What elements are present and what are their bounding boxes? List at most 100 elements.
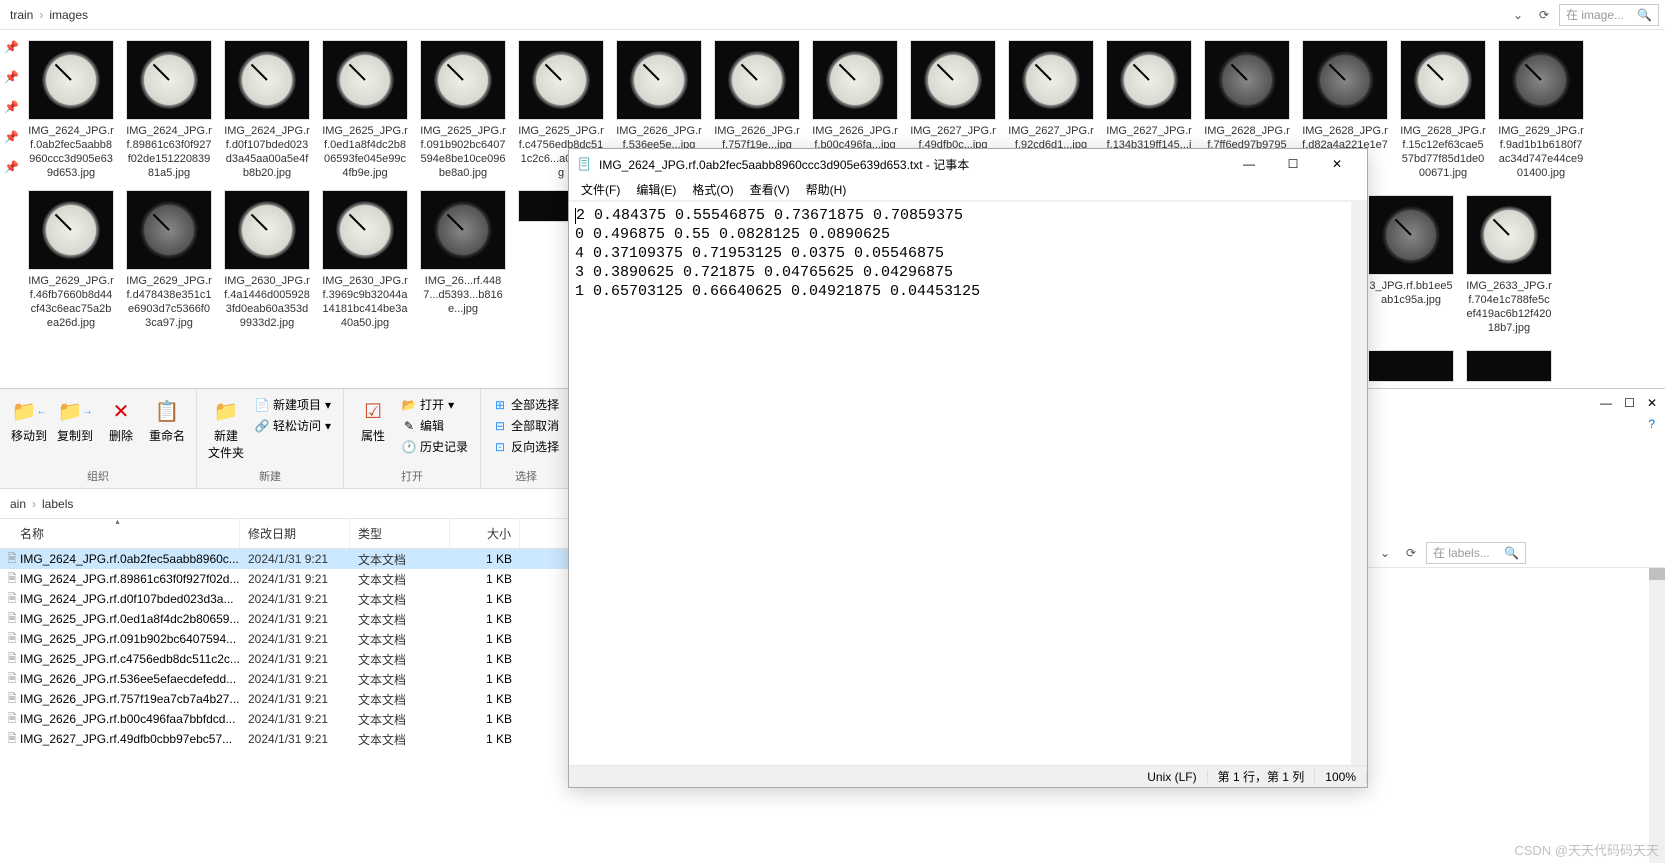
- thumbnail-image: [224, 190, 310, 270]
- pin-icon[interactable]: 📌: [4, 160, 20, 174]
- scrollbar[interactable]: [1649, 568, 1665, 863]
- ribbon-group-label: 组织: [8, 466, 188, 484]
- menu-edit[interactable]: 编辑(E): [628, 179, 684, 200]
- thumbnail-item[interactable]: 3_JPG.rf.bb1ee5ab1c95a.jpg: [1368, 195, 1454, 307]
- file-row[interactable]: 🗎IMG_2625_JPG.rf.c4756edb8dc511c2c...202…: [0, 649, 570, 669]
- open-icon: 📂: [402, 398, 416, 412]
- thumbnail-image: [322, 40, 408, 120]
- thumbnail-image: [28, 40, 114, 120]
- file-list-header: 名称▴ 修改日期 类型 大小: [0, 519, 570, 549]
- thumbnail-item[interactable]: [1466, 350, 1552, 382]
- thumbnail-item[interactable]: IMG_2629_JPG.rf.d478438e351c1e6903d7c536…: [126, 190, 212, 330]
- help-icon[interactable]: ?: [1648, 417, 1655, 439]
- thumbnail-label: 3_JPG.rf.bb1ee5ab1c95a.jpg: [1368, 279, 1454, 307]
- pin-icon[interactable]: 📌: [4, 130, 20, 144]
- titlebar[interactable]: IMG_2624_JPG.rf.0ab2fec5aabb8960ccc3d905…: [569, 149, 1367, 179]
- minimize-icon[interactable]: —: [1600, 396, 1612, 410]
- thumbnail-item[interactable]: IMG_2629_JPG.rf.9ad1b1b6180f7ac34d747e44…: [1498, 40, 1584, 180]
- file-row[interactable]: 🗎IMG_2624_JPG.rf.d0f107bded023d3a...2024…: [0, 589, 570, 609]
- scrollbar-thumb[interactable]: [1649, 568, 1665, 580]
- file-date: 2024/1/31 9:21: [240, 652, 350, 666]
- thumbnail-item[interactable]: IMG_2630_JPG.rf.3969c9b32044a14181bc414b…: [322, 190, 408, 330]
- thumbnail-item[interactable]: IMG_2624_JPG.rf.89861c63f0f927f02de15122…: [126, 40, 212, 180]
- breadcrumb-root[interactable]: ain: [6, 495, 30, 513]
- rename-button[interactable]: 📋重命名: [146, 393, 188, 448]
- thumbnail-item[interactable]: IMG_2629_JPG.rf.46fb7660b8d44cf43c6eac75…: [28, 190, 114, 330]
- search-input[interactable]: 在 image... 🔍: [1559, 4, 1659, 26]
- thumbnail-item[interactable]: IMG_2624_JPG.rf.d0f107bded023d3a45aa00a5…: [224, 40, 310, 180]
- invert-select-button[interactable]: ⊡反向选择: [491, 437, 561, 456]
- thumbnail-item[interactable]: IMG_2625_JPG.rf.0ed1a8f4dc2b806593fe045e…: [322, 40, 408, 180]
- properties-button[interactable]: ☑属性: [352, 393, 394, 448]
- breadcrumb-bar: train › images ⌄ ⟳ 在 image... 🔍: [0, 0, 1665, 30]
- column-name[interactable]: 名称▴: [0, 519, 240, 548]
- move-to-button[interactable]: 📁←移动到: [8, 393, 50, 448]
- copy-to-button[interactable]: 📁→复制到: [54, 393, 96, 448]
- file-row[interactable]: 🗎IMG_2625_JPG.rf.091b902bc6407594...2024…: [0, 629, 570, 649]
- chevron-down-icon[interactable]: ⌄: [1507, 4, 1529, 26]
- menu-file[interactable]: 文件(F): [573, 179, 628, 200]
- file-name: IMG_2626_JPG.rf.757f19ea7cb7a4b27...: [18, 692, 240, 706]
- chevron-down-icon[interactable]: ⌄: [1374, 542, 1396, 564]
- scrollbar[interactable]: [1351, 201, 1367, 765]
- text-file-icon: 🗎: [0, 630, 18, 649]
- column-size[interactable]: 大小: [450, 519, 520, 548]
- file-row[interactable]: 🗎IMG_2624_JPG.rf.89861c63f0f927f02d...20…: [0, 569, 570, 589]
- close-button[interactable]: ✕: [1315, 150, 1359, 178]
- file-row[interactable]: 🗎IMG_2627_JPG.rf.49dfb0cbb97ebc57...2024…: [0, 729, 570, 749]
- thumbnail-item[interactable]: IMG_26...rf.4487...d5393...b816e...jpg: [420, 190, 506, 330]
- breadcrumb-root[interactable]: train: [6, 6, 37, 24]
- history-button[interactable]: 🕐历史记录: [400, 437, 470, 456]
- file-row[interactable]: 🗎IMG_2624_JPG.rf.0ab2fec5aabb8960c...202…: [0, 549, 570, 569]
- maximize-button[interactable]: ☐: [1271, 150, 1315, 178]
- file-row[interactable]: 🗎IMG_2626_JPG.rf.757f19ea7cb7a4b27...202…: [0, 689, 570, 709]
- pin-icon[interactable]: 📌: [4, 100, 20, 114]
- easy-access-button[interactable]: 🔗轻松访问 ▾: [253, 416, 333, 435]
- menu-help[interactable]: 帮助(H): [798, 179, 855, 200]
- edit-button[interactable]: ✎编辑: [400, 416, 470, 435]
- column-type[interactable]: 类型: [350, 519, 450, 548]
- thumbnail-item[interactable]: IMG_2624_JPG.rf.0ab2fec5aabb8960ccc3d905…: [28, 40, 114, 180]
- menu-view[interactable]: 查看(V): [742, 179, 798, 200]
- text-area[interactable]: 2 0.484375 0.55546875 0.73671875 0.70859…: [569, 201, 1367, 765]
- thumbnail-item[interactable]: IMG_2625_JPG.rf.091b902bc6407594e8be10ce…: [420, 40, 506, 180]
- refresh-icon[interactable]: ⟳: [1400, 542, 1422, 564]
- thumbnail-item[interactable]: IMG_2633_JPG.rf.704e1c788fe5cef419ac6b12…: [1466, 195, 1552, 335]
- file-date: 2024/1/31 9:21: [240, 552, 350, 566]
- thumbnail-item[interactable]: [1368, 350, 1454, 382]
- file-row[interactable]: 🗎IMG_2626_JPG.rf.b00c496faa7bbfdcd...202…: [0, 709, 570, 729]
- select-none-button[interactable]: ⊟全部取消: [491, 416, 561, 435]
- file-date: 2024/1/31 9:21: [240, 572, 350, 586]
- thumbnail-image: [1368, 350, 1454, 382]
- new-folder-button[interactable]: 📁新建 文件夹: [205, 393, 247, 465]
- column-date[interactable]: 修改日期: [240, 519, 350, 548]
- breadcrumb-folder[interactable]: labels: [38, 495, 77, 513]
- search-input[interactable]: 在 labels... 🔍: [1426, 542, 1526, 564]
- delete-button[interactable]: ✕删除: [100, 393, 142, 448]
- file-name: IMG_2625_JPG.rf.0ed1a8f4dc2b80659...: [18, 612, 240, 626]
- minimize-button[interactable]: —: [1227, 150, 1271, 178]
- open-button[interactable]: 📂打开 ▾: [400, 395, 470, 414]
- new-item-button[interactable]: 📄新建项目 ▾: [253, 395, 333, 414]
- file-size: 1 KB: [450, 552, 520, 566]
- file-type: 文本文档: [350, 651, 450, 668]
- file-row[interactable]: 🗎IMG_2625_JPG.rf.0ed1a8f4dc2b80659...202…: [0, 609, 570, 629]
- refresh-icon[interactable]: ⟳: [1533, 4, 1555, 26]
- select-none-icon: ⊟: [493, 419, 507, 433]
- menu-format[interactable]: 格式(O): [684, 179, 741, 200]
- pin-icon[interactable]: 📌: [4, 40, 20, 54]
- thumbnail-image: [1368, 195, 1454, 275]
- select-all-button[interactable]: ⊞全部选择: [491, 395, 561, 414]
- breadcrumb-folder[interactable]: images: [45, 6, 92, 24]
- thumbnail-item[interactable]: IMG_2628_JPG.rf.15c12ef63cae557bd77f85d1…: [1400, 40, 1486, 180]
- maximize-icon[interactable]: ☐: [1624, 396, 1635, 410]
- thumbnail-item[interactable]: IMG_2630_JPG.rf.4a1446d0059283fd0eab60a3…: [224, 190, 310, 330]
- minimize-icon: —: [1243, 157, 1255, 171]
- pin-icon[interactable]: 📌: [4, 70, 20, 84]
- pin-strip: 📌 📌 📌 📌 📌: [4, 40, 20, 174]
- file-row[interactable]: 🗎IMG_2626_JPG.rf.536ee5efaecdefedd...202…: [0, 669, 570, 689]
- close-icon[interactable]: ✕: [1647, 396, 1657, 410]
- file-size: 1 KB: [450, 672, 520, 686]
- file-date: 2024/1/31 9:21: [240, 712, 350, 726]
- status-eol: Unix (LF): [1137, 770, 1207, 784]
